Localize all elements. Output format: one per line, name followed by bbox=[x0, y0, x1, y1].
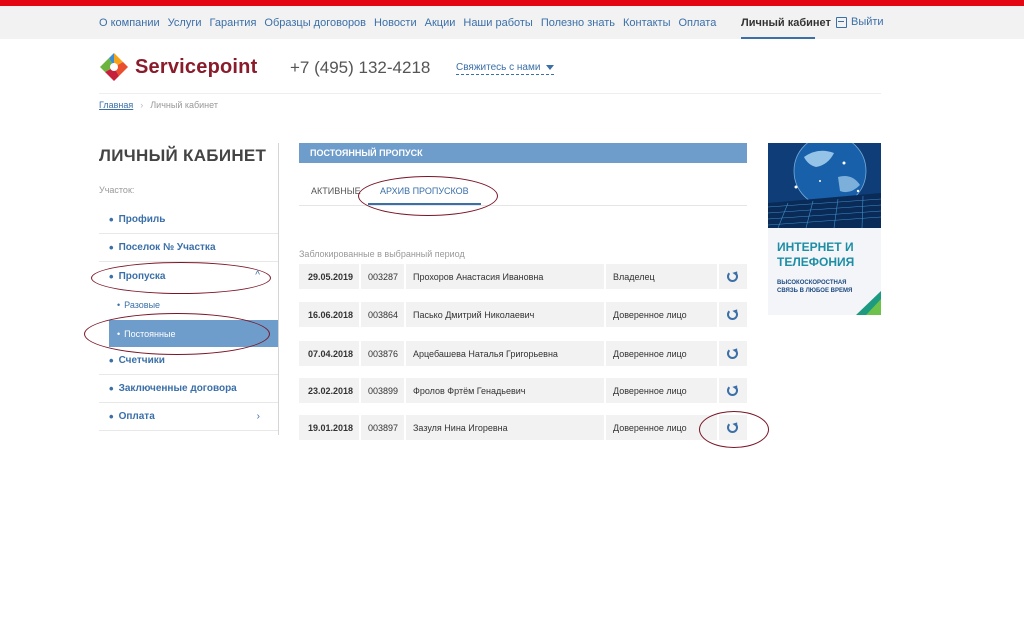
sidebar-subitem-permanent[interactable]: • Постоянные bbox=[109, 320, 278, 347]
logout-label: Выйти bbox=[851, 16, 884, 28]
top-nav: О компании Услуги Гарантия Образцы догов… bbox=[0, 6, 1024, 39]
bullet-icon: • bbox=[109, 240, 114, 255]
bullet-icon: • bbox=[117, 299, 121, 310]
bullet-icon: • bbox=[117, 328, 121, 339]
pass-number: 003899 bbox=[368, 385, 399, 396]
tabs-divider bbox=[299, 205, 747, 206]
table-row: 29.05.2019 003287 Прохоров Анастасия Ива… bbox=[299, 264, 747, 289]
servicepoint-logo[interactable] bbox=[99, 52, 129, 82]
contact-us-label: Свяжитесь с нами bbox=[456, 62, 541, 73]
sidebar-item-meters[interactable]: • Счетчики bbox=[99, 347, 278, 375]
panel-header: ПОСТОЯННЫЙ ПРОПУСК bbox=[299, 143, 747, 163]
ad-corner-decoration bbox=[856, 291, 881, 315]
tab-active[interactable]: АКТИВНЫЕ bbox=[311, 186, 361, 196]
logout-icon bbox=[836, 16, 847, 28]
pass-holder-role: Доверенное лицо bbox=[613, 348, 687, 359]
nav-link-about[interactable]: О компании bbox=[99, 17, 160, 29]
pass-date: 07.04.2018 bbox=[308, 348, 354, 359]
bullet-icon: • bbox=[109, 353, 114, 368]
sidebar-item-settlement[interactable]: • Поселок № Участка bbox=[99, 234, 278, 262]
sidebar-item-label: Счетчики bbox=[118, 355, 165, 366]
globe-network-image bbox=[768, 143, 881, 228]
pass-holder-name: Пасько Дмитрий Николаевич bbox=[413, 309, 535, 320]
restore-refresh-icon[interactable] bbox=[727, 422, 738, 433]
sidebar-item-label: Заключенные договора bbox=[118, 383, 237, 394]
logout-button[interactable]: Выйти bbox=[836, 16, 884, 28]
breadcrumb: Главная › Личный кабинет bbox=[99, 100, 218, 110]
chevron-right-icon: › bbox=[256, 411, 260, 422]
sidebar-item-label: Поселок № Участка bbox=[118, 242, 216, 253]
pass-date: 19.01.2018 bbox=[308, 422, 354, 433]
sidebar-item-payment[interactable]: • Оплата › bbox=[99, 403, 278, 431]
table-row: 23.02.2018 003899 Фролов Фртём Генадьеви… bbox=[299, 378, 747, 403]
pass-date: 16.06.2018 bbox=[308, 309, 354, 320]
contact-us-dropdown[interactable]: Свяжитесь с нами bbox=[456, 62, 555, 75]
table-row: 07.04.2018 003876 Арцебашева Наталья Гри… bbox=[299, 341, 747, 366]
ad-banner[interactable]: ИНТЕРНЕТ И ТЕЛЕФОНИЯ ВЫСОКОСКОРОСТНАЯ СВ… bbox=[768, 143, 881, 315]
pass-number: 003876 bbox=[368, 348, 399, 359]
pass-holder-role: Владелец bbox=[613, 271, 655, 282]
nav-link-warranty[interactable]: Гарантия bbox=[210, 17, 257, 29]
sidebar-item-label: Оплата bbox=[118, 411, 155, 422]
tab-archive[interactable]: АРХИВ ПРОПУСКОВ bbox=[380, 186, 469, 196]
nav-link-services[interactable]: Услуги bbox=[168, 17, 202, 29]
nav-link-useful[interactable]: Полезно знать bbox=[541, 17, 615, 29]
ad-title: ИНТЕРНЕТ И ТЕЛЕФОНИЯ bbox=[777, 240, 855, 269]
nav-active-underline bbox=[741, 37, 815, 39]
sidebar-item-passes[interactable]: • Пропуска ^ bbox=[99, 262, 278, 290]
table-row: 16.06.2018 003864 Пасько Дмитрий Николае… bbox=[299, 302, 747, 327]
nav-link-news[interactable]: Новости bbox=[374, 17, 417, 29]
bullet-icon: • bbox=[109, 381, 114, 396]
pass-holder-name: Фролов Фртём Генадьевич bbox=[413, 385, 526, 396]
sidebar-subitem-label: Постоянные bbox=[124, 328, 176, 339]
chevron-up-icon: ^ bbox=[255, 270, 260, 281]
pass-number: 003287 bbox=[368, 271, 399, 282]
pass-holder-role: Доверенное лицо bbox=[613, 422, 687, 433]
nav-links: О компании Услуги Гарантия Образцы догов… bbox=[99, 17, 724, 29]
pass-number: 003897 bbox=[368, 422, 399, 433]
pass-holder-role: Доверенное лицо bbox=[613, 385, 687, 396]
sidebar-item-profile[interactable]: • Профиль bbox=[99, 206, 278, 234]
pass-holder-name: Арцебашева Наталья Григорьевна bbox=[413, 348, 558, 359]
blocked-period-label: Заблокированные в выбранный период bbox=[299, 249, 465, 259]
brand-name[interactable]: Servicepoint bbox=[135, 56, 257, 79]
header-divider bbox=[99, 93, 881, 94]
nav-link-our-works[interactable]: Наши работы bbox=[463, 17, 532, 29]
pass-date: 29.05.2019 bbox=[308, 271, 354, 282]
phone-number: +7 (495) 132-4218 bbox=[290, 58, 431, 77]
sidebar-item-label: Профиль bbox=[118, 214, 166, 225]
sidebar-item-label: Пропуска bbox=[118, 270, 166, 282]
nav-link-promotions[interactable]: Акции bbox=[425, 17, 456, 29]
bullet-icon: • bbox=[109, 212, 114, 227]
sidebar-subitem-one-time[interactable]: • Разовые bbox=[109, 291, 278, 318]
nav-personal-cabinet[interactable]: Личный кабинет bbox=[741, 17, 831, 29]
plot-label: Участок: bbox=[99, 185, 135, 195]
breadcrumb-current: Личный кабинет bbox=[150, 100, 218, 110]
table-row: 19.01.2018 003897 Зазуля Нина Игоревна Д… bbox=[299, 415, 747, 440]
pass-holder-name: Зазуля Нина Игоревна bbox=[413, 422, 508, 433]
breadcrumb-separator-icon: › bbox=[140, 100, 144, 110]
restore-refresh-icon[interactable] bbox=[727, 385, 738, 396]
sidebar-item-contracts[interactable]: • Заключенные договора bbox=[99, 375, 278, 403]
pass-date: 23.02.2018 bbox=[308, 385, 354, 396]
restore-refresh-icon[interactable] bbox=[727, 348, 738, 359]
tab-active-underline bbox=[368, 203, 481, 205]
sidebar-subitem-label: Разовые bbox=[124, 299, 161, 310]
bullet-icon: • bbox=[109, 409, 114, 424]
sidebar-divider bbox=[278, 143, 279, 435]
pass-holder-role: Доверенное лицо bbox=[613, 309, 687, 320]
page-title: ЛИЧНЫЙ КАБИНЕТ bbox=[99, 146, 267, 165]
nav-link-payment[interactable]: Оплата bbox=[678, 17, 716, 29]
ad-subtitle: ВЫСОКОСКОРОСТНАЯ СВЯЗЬ В ЛЮБОЕ ВРЕМЯ bbox=[777, 280, 853, 294]
nav-link-contract-samples[interactable]: Образцы договоров bbox=[264, 17, 366, 29]
pass-number: 003864 bbox=[368, 309, 399, 320]
restore-refresh-icon[interactable] bbox=[727, 271, 738, 282]
caret-down-icon bbox=[546, 65, 555, 70]
bullet-icon: • bbox=[109, 268, 114, 284]
nav-link-contacts[interactable]: Контакты bbox=[623, 17, 671, 29]
restore-refresh-icon[interactable] bbox=[727, 309, 738, 320]
pass-holder-name: Прохоров Анастасия Ивановна bbox=[413, 271, 544, 282]
annotation-circle-archive-tab bbox=[358, 176, 498, 216]
breadcrumb-home[interactable]: Главная bbox=[99, 100, 133, 110]
